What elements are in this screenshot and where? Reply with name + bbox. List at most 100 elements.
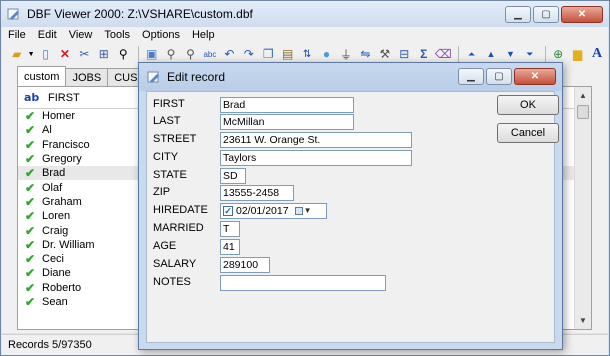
scroll-up-icon[interactable]: ▲	[575, 87, 591, 104]
cell-first: Diane	[42, 267, 71, 280]
dialog-title: Edit record	[167, 70, 226, 84]
checkmark-icon: ✔	[25, 180, 36, 195]
cell-first: Dr. William	[42, 238, 95, 251]
clear-icon[interactable]: ⌫	[434, 45, 452, 63]
menu-file[interactable]: File	[2, 29, 32, 41]
cell-first: Al	[42, 124, 52, 137]
label-age: AGE	[153, 240, 177, 252]
text-type-icon: ab	[24, 91, 40, 104]
cell-first: Craig	[42, 224, 69, 237]
checkmark-icon: ✔	[25, 137, 36, 152]
close-button[interactable]: ✕	[561, 6, 603, 23]
dialog-maximize-button[interactable]: ▢	[486, 68, 512, 85]
minimize-icon: ▁	[467, 71, 475, 82]
close-icon: ✕	[577, 9, 587, 20]
menu-tools[interactable]: Tools	[98, 29, 136, 41]
scrollbar-thumb[interactable]	[577, 105, 589, 119]
tab-jobs[interactable]: JOBS	[65, 68, 109, 86]
open-folder-icon[interactable]: ▰	[8, 45, 25, 63]
tab-custom[interactable]: custom	[17, 66, 67, 86]
minimize-button[interactable]: ▁	[505, 6, 531, 23]
close-icon: ✕	[530, 71, 540, 82]
menu-view[interactable]: View	[63, 29, 99, 41]
comment-icon[interactable]: ●	[318, 45, 335, 63]
married-field[interactable]: T	[220, 221, 240, 237]
maximize-button[interactable]: ▢	[533, 6, 559, 23]
first-record-icon[interactable]: ⏶	[463, 45, 480, 63]
hiredate-checkbox[interactable]: ✓	[223, 206, 233, 216]
dropdown-arrow-icon[interactable]: ▼	[27, 45, 35, 63]
font-icon[interactable]: A	[588, 45, 605, 63]
tools-icon[interactable]: ⚒	[376, 45, 393, 63]
menu-help[interactable]: Help	[186, 29, 221, 41]
maximize-icon: ▢	[541, 9, 551, 20]
print-icon[interactable]: ▣	[143, 45, 160, 63]
age-field[interactable]: 41	[220, 239, 240, 255]
hiredate-picker[interactable]: ✓ 02/01/2017 ▼	[220, 203, 327, 219]
column-header-first[interactable]: FIRST	[48, 92, 80, 104]
notes-field[interactable]	[220, 275, 386, 291]
copy-icon[interactable]: ❐	[260, 45, 277, 63]
checkmark-icon: ✔	[25, 237, 36, 252]
structure-icon[interactable]: ⊞	[95, 45, 112, 63]
label-last: LAST	[153, 115, 181, 127]
next-record-icon[interactable]: ▼	[502, 45, 519, 63]
cancel-button[interactable]: Cancel	[497, 123, 559, 143]
checkmark-icon: ✔	[25, 280, 36, 295]
menu-bar: File Edit View Tools Options Help	[2, 27, 608, 43]
filter-icon[interactable]: ⏚	[337, 45, 354, 63]
title-bar: DBF Viewer 2000: Z:\VSHARE\custom.dbf ▁ …	[1, 1, 609, 27]
first-field[interactable]: Brad	[220, 97, 354, 113]
cell-first: Francisco	[42, 138, 90, 151]
calendar-dropdown-icon[interactable]: ▼	[294, 204, 311, 218]
ok-button[interactable]: OK	[497, 95, 559, 115]
spell-icon[interactable]: abc	[201, 45, 218, 63]
dbf-app-icon	[147, 70, 161, 84]
dialog-close-button[interactable]: ✕	[514, 68, 556, 85]
minimize-icon: ▁	[514, 9, 522, 20]
cut-icon[interactable]: ✂	[76, 45, 93, 63]
checkmark-icon: ✔	[25, 295, 36, 309]
help-globe-icon[interactable]: ⊕	[549, 45, 566, 63]
checkmark-icon: ✔	[25, 223, 36, 238]
sum-icon[interactable]: Σ	[415, 45, 432, 63]
label-city: CITY	[153, 151, 179, 163]
sort-icon[interactable]: ⇅	[298, 45, 315, 63]
salary-field[interactable]: 289100	[220, 257, 270, 273]
undo-icon[interactable]: ↶	[221, 45, 238, 63]
grid-icon[interactable]: ⊟	[396, 45, 413, 63]
label-notes: NOTES	[153, 276, 191, 288]
maximize-icon: ▢	[494, 71, 504, 82]
prev-record-icon[interactable]: ▲	[482, 45, 499, 63]
cell-first: Roberto	[42, 281, 82, 294]
scroll-down-icon[interactable]: ▼	[575, 312, 591, 329]
checkmark-icon: ✔	[25, 209, 36, 224]
label-street: STREET	[153, 133, 197, 145]
chat-icon[interactable]: ▆	[569, 45, 586, 63]
search-icon[interactable]: ⚲	[162, 45, 179, 63]
replace-icon[interactable]: ⇋	[357, 45, 374, 63]
cell-first: Graham	[42, 195, 82, 208]
paste-icon[interactable]: ▤	[279, 45, 296, 63]
delete-icon[interactable]: ✕	[56, 45, 73, 63]
label-state: STATE	[153, 169, 187, 181]
cell-first: Loren	[42, 210, 71, 223]
zip-field[interactable]: 13555-2458	[220, 185, 294, 201]
checkmark-icon: ✔	[25, 266, 36, 281]
find-next-icon[interactable]: ⚲	[182, 45, 199, 63]
menu-options[interactable]: Options	[136, 29, 186, 41]
cell-first: Brad	[42, 167, 66, 180]
vertical-scrollbar[interactable]: ▲ ▼	[574, 87, 591, 329]
new-file-icon[interactable]: ▯	[37, 45, 54, 63]
menu-edit[interactable]: Edit	[32, 29, 63, 41]
city-field[interactable]: Taylors	[220, 150, 412, 166]
cell-first: Gregory	[42, 153, 82, 166]
state-field[interactable]: SD	[220, 168, 246, 184]
find-icon[interactable]: ⚲	[115, 45, 132, 63]
redo-icon[interactable]: ↷	[240, 45, 257, 63]
toolbar-separator	[457, 46, 459, 62]
last-record-icon[interactable]: ⏷	[521, 45, 538, 63]
dialog-minimize-button[interactable]: ▁	[458, 68, 484, 85]
street-field[interactable]: 23611 W. Orange St.	[220, 132, 412, 148]
last-field[interactable]: McMillan	[220, 114, 354, 130]
